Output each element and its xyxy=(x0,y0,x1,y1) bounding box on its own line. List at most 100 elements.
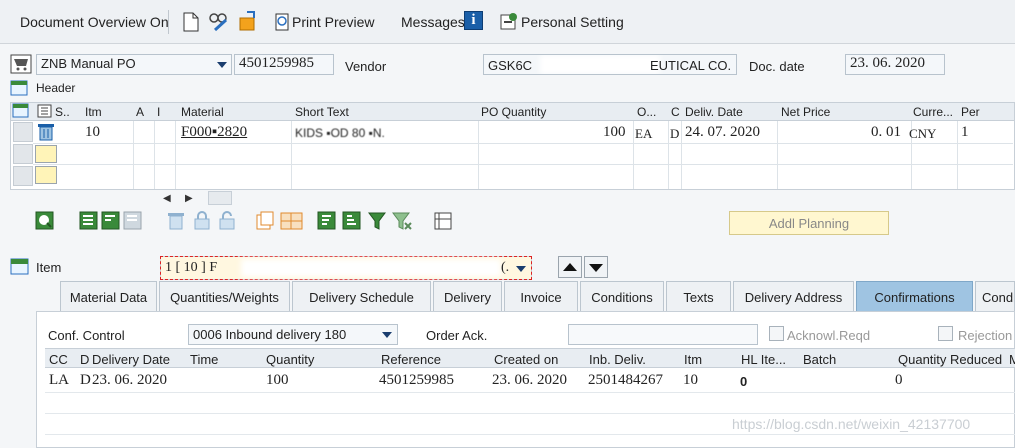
created-on-cell[interactable]: 23. 06. 2020 xyxy=(492,372,567,389)
vendor-field[interactable]: GSK6C EUTICAL CO. xyxy=(483,54,737,75)
col-batch[interactable]: Batch xyxy=(803,352,836,367)
scroll-left-icon[interactable]: ◀ xyxy=(163,193,171,204)
col-i[interactable]: I xyxy=(157,105,160,119)
col-material[interactable]: Material xyxy=(181,105,224,119)
split-icon[interactable] xyxy=(280,211,304,231)
col-a[interactable]: A xyxy=(136,105,144,119)
rejection-checkbox[interactable] xyxy=(938,326,953,341)
tab-conditions-overflow[interactable]: Condi xyxy=(975,281,1015,311)
horizontal-scrollbar[interactable] xyxy=(208,191,232,205)
new-document-icon[interactable] xyxy=(183,12,199,32)
trash-icon[interactable] xyxy=(35,122,57,142)
col-status[interactable]: S.. xyxy=(55,105,70,119)
col-created-on[interactable]: Created on xyxy=(494,352,558,367)
col-per[interactable]: Per xyxy=(961,105,980,119)
cc-cell[interactable]: LA xyxy=(49,372,69,389)
order-ack-field[interactable] xyxy=(568,324,758,345)
print-preview-button[interactable]: Print Preview xyxy=(292,14,374,30)
doc-date-field[interactable]: 23. 06. 2020 xyxy=(845,54,945,75)
quantity-cell[interactable]: 100 xyxy=(266,372,289,389)
tab-delivery-address[interactable]: Delivery Address xyxy=(733,281,854,311)
sort-ascending-icon[interactable] xyxy=(317,211,337,231)
scroll-right-icon[interactable]: ▶ xyxy=(185,193,193,204)
copy-icon[interactable] xyxy=(255,211,275,231)
chevron-down-icon[interactable] xyxy=(217,62,227,68)
col-deliv-date[interactable]: Deliv. Date xyxy=(685,105,743,119)
col-cc[interactable]: CC xyxy=(49,352,68,367)
display-change-icon[interactable] xyxy=(207,10,229,32)
next-item-button[interactable] xyxy=(584,256,608,278)
tab-conditions[interactable]: Conditions xyxy=(580,281,664,311)
details-icon[interactable] xyxy=(35,211,55,231)
shopping-cart-icon[interactable] xyxy=(10,54,32,74)
deselect-all-icon[interactable] xyxy=(123,211,143,231)
tab-confirmations[interactable]: Confirmations xyxy=(856,281,973,311)
select-block-icon[interactable] xyxy=(101,211,121,231)
col-c[interactable]: C xyxy=(671,105,680,119)
other-document-icon[interactable] xyxy=(237,10,259,32)
new-row-indicator[interactable] xyxy=(35,145,57,163)
col-inb-deliv[interactable]: Inb. Deliv. xyxy=(589,352,646,367)
col-order-unit[interactable]: O... xyxy=(637,105,656,119)
tab-material-data[interactable]: Material Data xyxy=(60,281,157,311)
document-overview-button[interactable]: Document Overview On xyxy=(20,14,169,30)
reference-cell[interactable]: 4501259985 xyxy=(379,372,454,389)
inb-deliv-cell[interactable]: 2501484267 xyxy=(588,372,663,389)
currency-cell[interactable]: CNY xyxy=(909,126,936,142)
col-short-text[interactable]: Short Text xyxy=(295,105,349,119)
delete-filter-icon[interactable] xyxy=(391,211,413,231)
messages-button[interactable]: Messages xyxy=(401,14,465,30)
tab-invoice[interactable]: Invoice xyxy=(504,281,578,311)
d-cell[interactable]: D xyxy=(80,372,91,389)
col-item[interactable]: Itm xyxy=(85,105,102,119)
itm-cell[interactable]: 10 xyxy=(683,372,698,389)
col-delivery-date[interactable]: Delivery Date xyxy=(92,352,170,367)
po-number-field[interactable]: 4501259985 xyxy=(234,54,334,75)
item-number-cell[interactable]: 10 xyxy=(85,124,100,141)
material-link[interactable]: F000▪2820 xyxy=(181,124,247,141)
tab-delivery-schedule[interactable]: Delivery Schedule xyxy=(292,281,431,311)
deliv-date-cell[interactable]: 24. 07. 2020 xyxy=(685,124,760,141)
col-hl-item[interactable]: HL Ite... xyxy=(741,352,786,367)
sort-descending-icon[interactable] xyxy=(342,211,362,231)
col-reference[interactable]: Reference xyxy=(381,352,441,367)
row-selector[interactable] xyxy=(13,122,33,142)
lock-icon[interactable] xyxy=(192,211,212,231)
date-category-cell[interactable]: D xyxy=(670,126,679,142)
col-po-quantity[interactable]: PO Quantity xyxy=(481,105,546,119)
configuration-icon[interactable] xyxy=(433,211,453,231)
chevron-down-icon[interactable] xyxy=(516,266,526,272)
tab-quantities-weights[interactable]: Quantities/Weights xyxy=(159,281,290,311)
col-time[interactable]: Time xyxy=(190,352,218,367)
unlock-icon[interactable] xyxy=(217,211,237,231)
row-selector[interactable] xyxy=(13,166,33,186)
personal-setting-icon[interactable] xyxy=(500,11,520,31)
personal-setting-button[interactable]: Personal Setting xyxy=(521,14,624,30)
col-itm[interactable]: Itm xyxy=(684,352,702,367)
previous-item-button[interactable] xyxy=(558,256,582,278)
tab-delivery[interactable]: Delivery xyxy=(433,281,502,311)
document-type-select[interactable]: ZNB Manual PO xyxy=(36,54,232,75)
acknowl-reqd-checkbox[interactable] xyxy=(769,326,784,341)
col-m[interactable]: M xyxy=(1009,352,1015,367)
short-text-cell[interactable]: KIDS ▪OD 80 ▪N. xyxy=(295,126,385,140)
net-price-cell[interactable]: 0. 01 xyxy=(871,124,901,141)
tab-texts[interactable]: Texts xyxy=(666,281,731,311)
delete-icon[interactable] xyxy=(166,211,186,231)
col-net-price[interactable]: Net Price xyxy=(781,105,830,119)
col-currency[interactable]: Curre... xyxy=(913,105,953,119)
table-settings-icon[interactable] xyxy=(37,104,53,119)
print-preview-icon[interactable] xyxy=(274,12,292,32)
hl-item-cell[interactable]: 0 xyxy=(740,374,747,389)
po-quantity-cell[interactable]: 100 xyxy=(603,124,626,141)
chevron-down-icon[interactable] xyxy=(382,332,392,338)
col-d[interactable]: D xyxy=(80,352,89,367)
row-selector[interactable] xyxy=(13,144,33,164)
filter-icon[interactable] xyxy=(367,211,387,231)
col-quantity[interactable]: Quantity xyxy=(266,352,314,367)
expand-header-icon[interactable] xyxy=(10,80,28,96)
col-quantity-reduced[interactable]: Quantity Reduced xyxy=(898,352,1002,367)
item-selector-dropdown[interactable]: 1 [ 10 ] F (. xyxy=(160,256,532,280)
qty-reduced-cell[interactable]: 0 xyxy=(895,372,903,389)
collapse-table-icon[interactable] xyxy=(11,102,31,120)
